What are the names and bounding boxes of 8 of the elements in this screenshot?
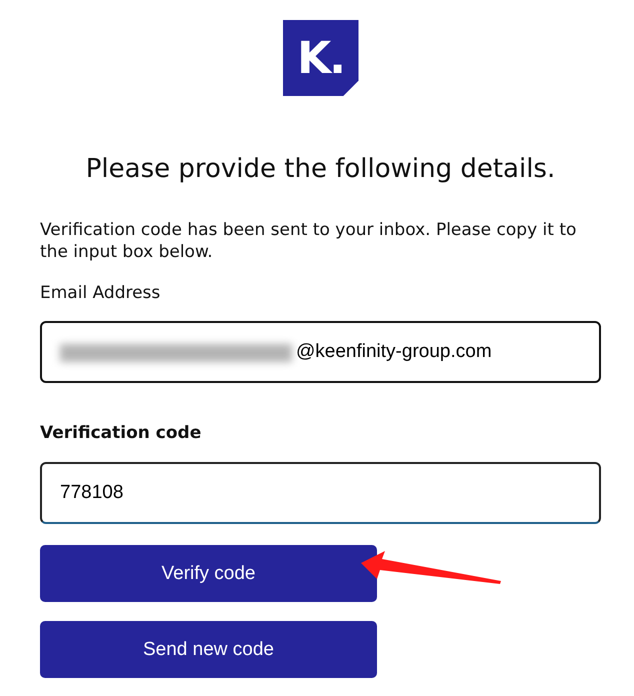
page-heading: Please provide the following details.: [84, 154, 556, 186]
send-code-button[interactable]: Send new code: [40, 621, 377, 678]
logo: K.: [282, 20, 358, 96]
code-field[interactable]: 778108: [40, 462, 601, 524]
verify-button[interactable]: Verify code: [40, 545, 377, 602]
instruction-text: Verification code has been sent to your inbox. Please copy it to the input box below.: [40, 219, 578, 264]
field-label: Verification code: [40, 422, 202, 445]
field-label: Email Address: [40, 282, 162, 306]
